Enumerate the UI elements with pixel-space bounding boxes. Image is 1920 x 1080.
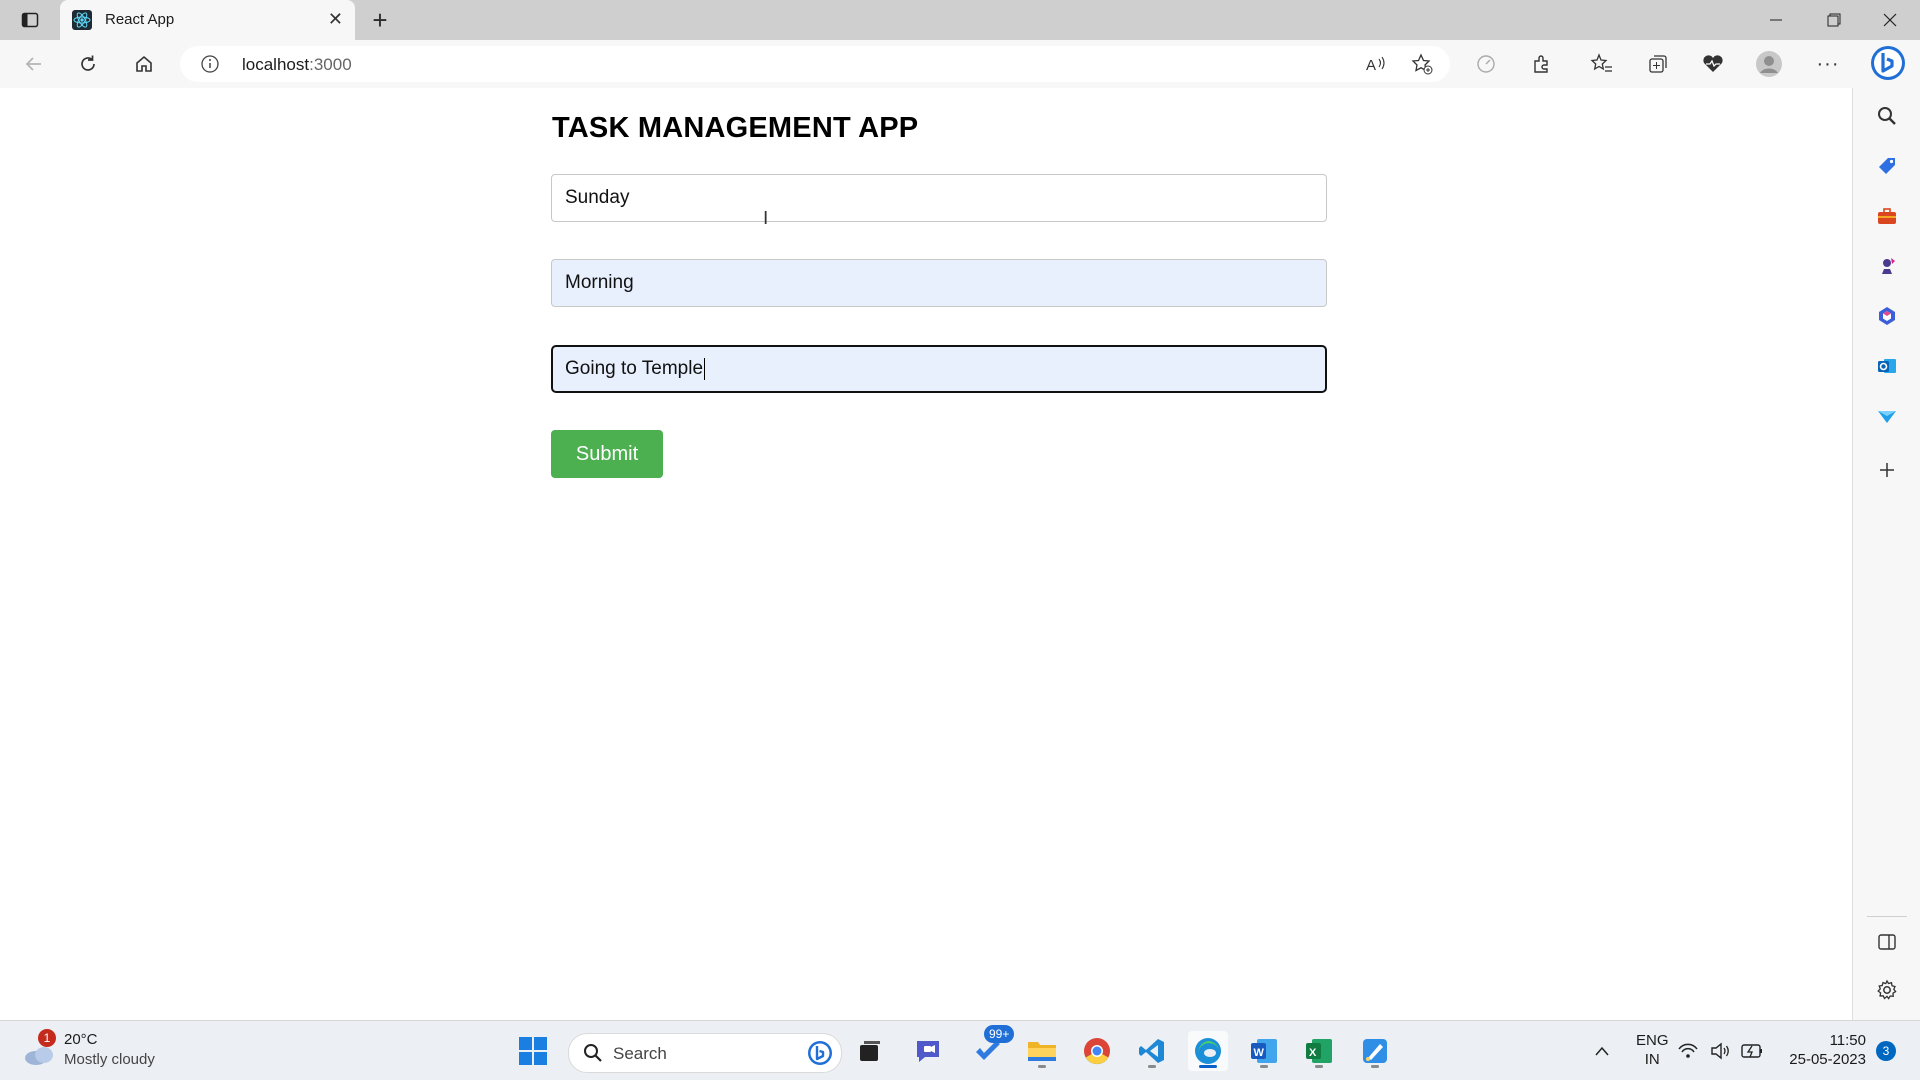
profile-avatar-icon[interactable]: [1753, 49, 1785, 79]
favorites-icon[interactable]: [1586, 49, 1618, 79]
page-title: TASK MANAGEMENT APP: [552, 112, 919, 144]
word-icon[interactable]: W: [1244, 1031, 1284, 1071]
browser-toolbar: localhost:3000 A ···: [0, 40, 1920, 89]
refresh-icon[interactable]: [72, 49, 104, 79]
svg-text:A: A: [1366, 57, 1376, 73]
site-info-icon[interactable]: [200, 54, 220, 74]
weather-temperature: 20°C: [64, 1031, 98, 1048]
active-app-indicator: [1199, 1065, 1217, 1068]
more-options-icon[interactable]: ···: [1812, 49, 1844, 79]
weather-alert-badge: 1: [38, 1029, 56, 1047]
drop-send-icon[interactable]: [1871, 400, 1903, 432]
read-aloud-icon[interactable]: A: [1362, 52, 1390, 76]
excel-icon[interactable]: X: [1299, 1031, 1339, 1071]
taskbar-search-box[interactable]: Search: [568, 1033, 842, 1073]
chrome-icon[interactable]: [1077, 1031, 1117, 1071]
minimize-icon[interactable]: [1748, 0, 1804, 40]
back-icon[interactable]: [18, 49, 50, 79]
extensions-icon[interactable]: [1526, 49, 1558, 79]
volume-icon: [1711, 1042, 1729, 1060]
add-favorite-icon[interactable]: [1408, 52, 1436, 76]
search-icon: [584, 1044, 602, 1062]
language-indicator[interactable]: ENG IN: [1636, 1031, 1669, 1069]
task-view-icon[interactable]: [850, 1031, 890, 1071]
sidebar-divider: [1867, 916, 1907, 917]
url-text: localhost:3000: [242, 55, 352, 75]
screen: React App ✕ + localhost:3000 A ··· TASK …: [0, 0, 1920, 1080]
windows-start-icon[interactable]: [513, 1031, 553, 1071]
microsoft-365-icon[interactable]: [1871, 300, 1903, 332]
file-explorer-icon[interactable]: [1022, 1031, 1062, 1071]
add-sidebar-app-icon[interactable]: [1871, 454, 1903, 486]
vscode-icon[interactable]: [1132, 1031, 1172, 1071]
wifi-icon: [1678, 1043, 1698, 1058]
new-tab-button[interactable]: +: [366, 5, 394, 35]
notification-count-badge[interactable]: 3: [1876, 1041, 1896, 1061]
svg-text:X: X: [1309, 1047, 1317, 1059]
task-input[interactable]: Going to Temple: [551, 345, 1327, 393]
browser-tab-strip: React App ✕ +: [0, 0, 1920, 40]
games-chess-icon[interactable]: [1871, 250, 1903, 282]
time-input[interactable]: Morning: [551, 259, 1327, 307]
sidebar-settings-gear-icon[interactable]: [1871, 974, 1903, 1006]
battery-icon: [1741, 1044, 1762, 1058]
clock-time: 11:50: [1829, 1032, 1866, 1049]
shopping-tag-icon[interactable]: [1871, 150, 1903, 182]
page-content: TASK MANAGEMENT APP Sunday Morning Going…: [0, 88, 1852, 1020]
tab-react-app[interactable]: React App ✕: [60, 0, 355, 40]
outlook-icon[interactable]: [1871, 350, 1903, 382]
browser-essentials-icon[interactable]: [1697, 49, 1729, 79]
language-code: ENG: [1636, 1032, 1669, 1049]
taskbar-search-label: Search: [613, 1044, 667, 1063]
bing-icon: [808, 1041, 832, 1065]
system-tray-quick-settings[interactable]: [1676, 1031, 1776, 1071]
close-tab-icon[interactable]: ✕: [328, 9, 343, 29]
running-indicator: [1038, 1065, 1046, 1068]
text-cursor-icon: I: [763, 208, 769, 229]
running-indicator: [1371, 1065, 1379, 1068]
hide-sidebar-icon[interactable]: [1871, 926, 1903, 958]
home-icon[interactable]: [128, 49, 160, 79]
clock[interactable]: 11:50 25-05-2023: [1782, 1031, 1866, 1069]
day-input[interactable]: Sunday: [551, 174, 1327, 222]
tab-actions-icon[interactable]: [16, 6, 44, 34]
paint-app-icon[interactable]: [1355, 1031, 1395, 1071]
running-indicator: [1260, 1065, 1268, 1068]
tools-briefcase-icon[interactable]: [1871, 200, 1903, 232]
todo-count-badge: 99+: [984, 1025, 1015, 1043]
weather-condition: Mostly cloudy: [64, 1051, 155, 1068]
task-input-value: Going to Temple: [565, 358, 704, 379]
windows-taskbar: 1 20°C Mostly cloudy Search 99+ W X ENG …: [0, 1020, 1920, 1080]
edge-icon[interactable]: [1188, 1031, 1228, 1071]
address-bar[interactable]: localhost:3000 A: [180, 46, 1450, 82]
text-caret: [704, 357, 706, 380]
restore-icon[interactable]: [1806, 0, 1862, 40]
performance-icon[interactable]: [1470, 49, 1502, 79]
url-port: :3000: [309, 55, 352, 74]
collections-icon[interactable]: [1642, 49, 1674, 79]
todo-icon[interactable]: 99+: [968, 1025, 1015, 1071]
svg-text:W: W: [1254, 1047, 1265, 1059]
language-region: IN: [1644, 1051, 1660, 1068]
running-indicator: [1148, 1065, 1156, 1068]
edge-sidebar: [1852, 88, 1920, 1020]
tab-title: React App: [105, 11, 175, 28]
clock-date: 25-05-2023: [1789, 1051, 1866, 1068]
search-icon[interactable]: [1871, 100, 1903, 132]
teams-chat-icon[interactable]: [908, 1031, 948, 1071]
running-indicator: [1315, 1065, 1323, 1068]
bing-copilot-icon[interactable]: [1868, 43, 1908, 83]
url-host: localhost: [242, 55, 310, 74]
weather-widget[interactable]: 1 20°C Mostly cloudy: [20, 1029, 180, 1073]
close-window-icon[interactable]: [1862, 0, 1918, 40]
submit-button[interactable]: Submit: [551, 430, 663, 478]
show-hidden-icons-chevron-icon[interactable]: [1582, 1031, 1622, 1071]
react-logo-icon: [72, 10, 92, 30]
